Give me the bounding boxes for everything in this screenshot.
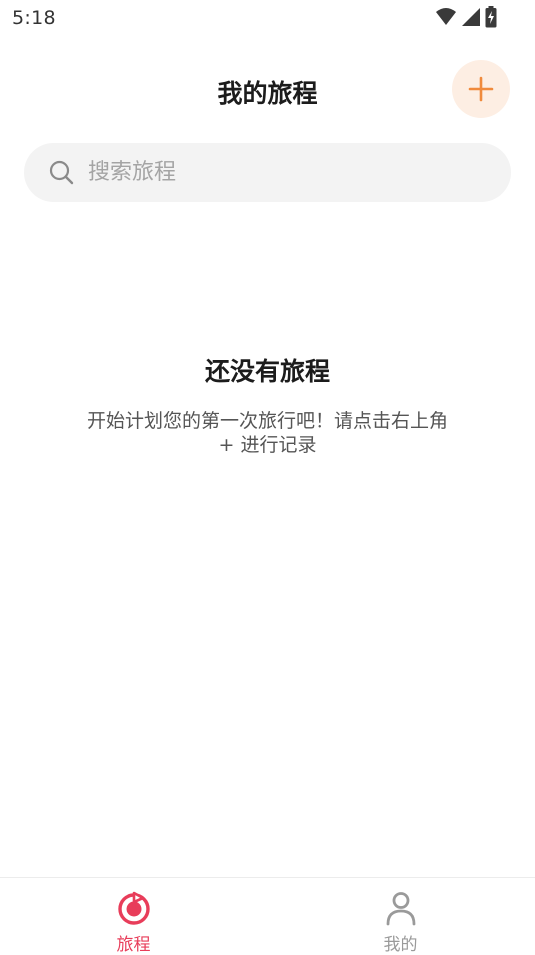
empty-state-description-line2: + 进行记录 bbox=[218, 434, 317, 456]
nav-item-trips[interactable]: 旅程 bbox=[0, 878, 267, 955]
cellular-signal-icon bbox=[462, 8, 480, 26]
status-time: 5:18 bbox=[12, 7, 56, 29]
nav-label-me: 我的 bbox=[383, 935, 418, 955]
status-bar: 5:18 bbox=[0, 0, 535, 36]
battery-charging-icon bbox=[485, 6, 497, 28]
empty-state: 还没有旅程 开始计划您的第一次旅行吧！请点击右上角 + 进行记录 bbox=[0, 355, 535, 457]
trip-icon bbox=[117, 891, 150, 925]
empty-state-description: 开始计划您的第一次旅行吧！请点击右上角 + 进行记录 bbox=[58, 409, 478, 457]
nav-label-trips: 旅程 bbox=[116, 935, 151, 955]
bottom-nav: 旅程 我的 bbox=[0, 877, 535, 955]
search-input[interactable] bbox=[88, 143, 488, 202]
add-trip-button[interactable] bbox=[452, 60, 510, 118]
search-icon bbox=[49, 160, 74, 185]
search-bar[interactable] bbox=[24, 143, 511, 202]
wifi-icon bbox=[436, 8, 456, 25]
person-icon bbox=[386, 892, 415, 926]
plus-icon bbox=[468, 76, 494, 102]
status-icons bbox=[435, 6, 497, 28]
empty-state-description-line1: 开始计划您的第一次旅行吧！请点击右上角 bbox=[86, 410, 448, 432]
nav-item-me[interactable]: 我的 bbox=[267, 878, 534, 955]
header: 我的旅程 bbox=[0, 56, 535, 124]
empty-state-title: 还没有旅程 bbox=[204, 357, 330, 386]
